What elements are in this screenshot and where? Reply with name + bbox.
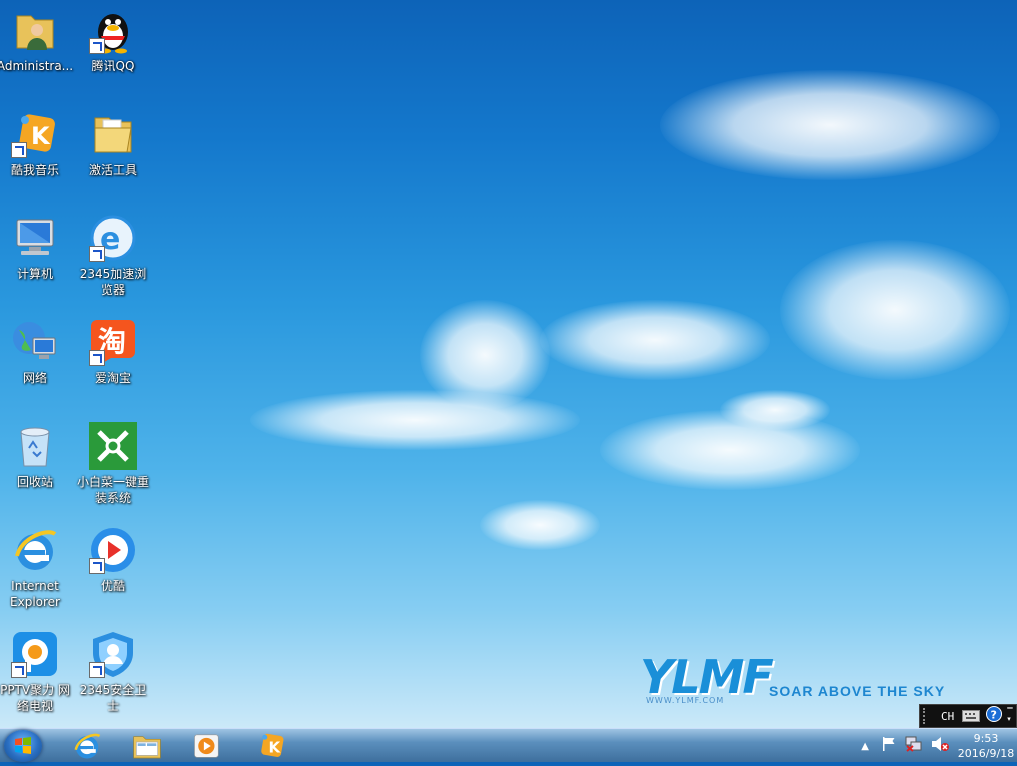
desktop-icon-2345-browser[interactable]: e 2345加速浏览器 [74,208,152,308]
clock-time: 9:53 [973,732,999,745]
desktop-icon-kuwo[interactable]: K 酷我音乐 [0,104,74,204]
svg-text:K: K [31,122,51,150]
taskbar-ie-button[interactable] [62,731,112,761]
shortcut-arrow-icon [11,662,27,678]
qq-penguin-icon [89,6,137,54]
desktop-icon-label: 网络 [22,371,47,385]
desktop-icon-label: 激活工具 [88,163,137,177]
desktop-icon-taobao[interactable]: 淘 爱淘宝 [74,312,152,412]
system-tray: ▲ 9:53 2016/9/18 [861,729,1017,763]
taobao-icon: 淘 [89,318,137,366]
desktop-icon-2345-security[interactable]: 2345安全卫士 [74,624,152,724]
desktop-icon-administrator[interactable]: Administra... [0,0,74,100]
desktop-icon-label: 2345加速浏览器 [79,267,147,297]
langbar-grip-icon[interactable] [923,708,931,724]
desktop-icon-label: 腾讯QQ [91,59,135,73]
shortcut-arrow-icon [89,38,105,54]
desktop-icon-label: 优酷 [100,579,125,593]
youku-icon [89,526,137,574]
desktop-icon-youku[interactable]: 优酷 [74,520,152,620]
security-shield-icon [89,630,137,678]
recycle-bin-icon [11,422,59,470]
keyboard-icon[interactable] [962,707,981,726]
desktop-icon-reinstall[interactable]: 小白菜一键重装系统 [74,416,152,516]
desktop-icon-label: PPTV聚力 网络电视 [0,683,70,713]
desktop-icon-recycle-bin[interactable]: 回收站 [0,416,74,516]
desktop-icon-label: Administra... [0,59,74,73]
reinstall-system-icon [89,422,137,470]
desktop-icon-label: 计算机 [16,267,53,281]
internet-explorer-icon [11,526,59,574]
langbar-options-icon[interactable]: ▔ ▾ [1007,709,1012,723]
taskbar-media-player-button[interactable] [182,731,232,761]
shortcut-arrow-icon [89,246,105,262]
clock[interactable]: 9:53 2016/9/18 [955,731,1017,761]
wallpaper-slogan: SOAR ABOVE THE SKY [769,683,946,699]
desktop-icon-label: Internet Explorer [10,579,60,609]
computer-icon [11,214,59,262]
desktop-icon-label: 2345安全卫士 [79,683,147,713]
clock-date: 2016/9/18 [957,747,1015,760]
shortcut-arrow-icon [89,558,105,574]
pptv-icon [11,630,59,678]
desktop-icon-activation-tools[interactable]: 激活工具 [74,104,152,204]
language-bar[interactable]: CH ? ▔ ▾ [919,704,1017,728]
help-icon[interactable]: ? [986,706,1003,726]
internet-explorer-icon [74,733,101,759]
desktop-icon-network[interactable]: 网络 [0,312,74,412]
browser-2345-icon: e [89,214,137,262]
folder-icon [89,110,137,158]
wallpaper-url: WWW.YLMF.COM [646,696,725,705]
wallpaper-logo: YLMF WWW.YLMF.COM SOAR ABOVE THE SKY [640,650,960,706]
action-center-flag-icon[interactable] [881,736,897,756]
shortcut-arrow-icon [11,142,27,158]
input-language[interactable]: CH [941,710,954,723]
network-status-icon[interactable] [905,736,923,756]
desktop: Administra... K 酷我音乐 计算机 网络 回收站 Internet… [0,0,1017,728]
start-button[interactable] [4,730,42,762]
volume-muted-icon[interactable] [931,736,949,756]
taskbar: K ▲ 9:53 2016/9/18 [0,728,1017,762]
windows-explorer-icon [133,736,161,759]
desktop-icon-label: 回收站 [16,475,53,489]
kuwo-music-icon: K [261,733,284,757]
shortcut-arrow-icon [89,662,105,678]
media-player-icon [194,734,219,758]
kuwo-music-icon: K [11,110,59,158]
desktop-icon-label: 小白菜一键重装系统 [76,475,149,505]
shortcut-arrow-icon [89,350,105,366]
desktop-icon-ie[interactable]: Internet Explorer [0,520,74,620]
windows-logo-icon [15,737,31,754]
desktop-icon-computer[interactable]: 计算机 [0,208,74,308]
desktop-icon-qq[interactable]: 腾讯QQ [74,0,152,100]
show-hidden-icons-button[interactable]: ▲ [861,741,869,752]
svg-text:K: K [269,738,282,756]
desktop-icon-label: 酷我音乐 [10,163,59,177]
desktop-icon-pptv[interactable]: PPTV聚力 网络电视 [0,624,74,724]
taskbar-explorer-button[interactable] [122,731,172,761]
desktop-icon-label: 爱淘宝 [94,371,131,385]
user-folder-icon [11,6,59,54]
svg-text:?: ? [991,709,997,722]
network-icon [11,318,59,366]
taskbar-kuwo-button[interactable]: K [246,731,296,761]
